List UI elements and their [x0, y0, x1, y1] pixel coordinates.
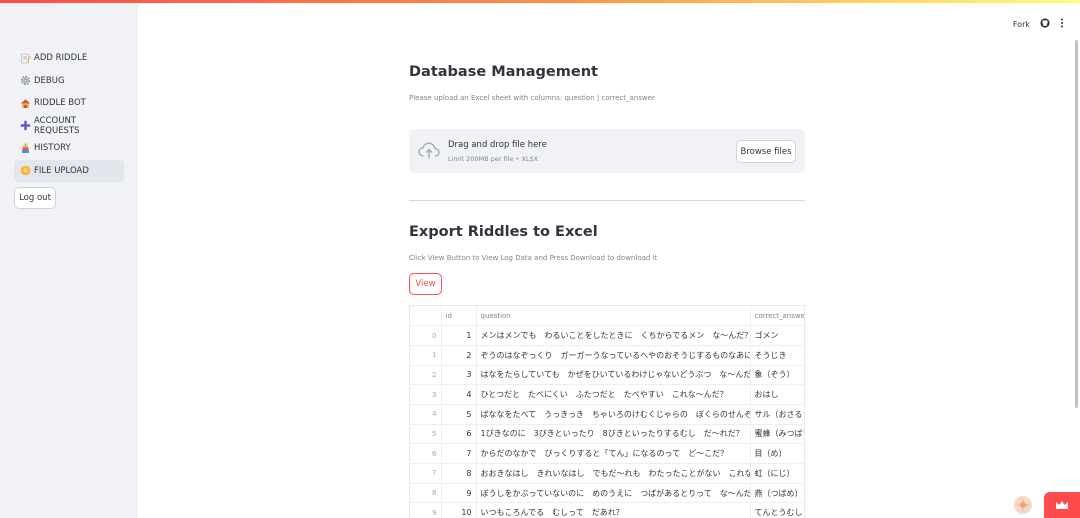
- row-index: 3: [410, 384, 442, 405]
- sidebar-nav: ADD RIDDLE DEBUG RIDDLE BOT ACCOUNT REQU…: [14, 47, 124, 182]
- app-header-actions: Fork: [1013, 18, 1064, 30]
- cell-question: はなをたらしていても かぜをひいているわけじゃないどうぶつ な〜んだ？: [476, 365, 751, 386]
- cell-id: 3: [441, 365, 477, 386]
- cell-id: 10: [441, 502, 477, 518]
- file-dropzone[interactable]: Drag and drop file here Limit 200MB per …: [409, 129, 805, 173]
- column-header-question[interactable]: question: [476, 306, 751, 327]
- house-icon: [20, 98, 31, 109]
- cell-id: 5: [441, 404, 477, 425]
- cell-id: 9: [441, 483, 477, 504]
- upload-icon: [20, 165, 31, 176]
- sidebar-item-label: ACCOUNT REQUESTS: [34, 115, 80, 136]
- row-index: 0: [410, 325, 442, 346]
- riddles-table[interactable]: id question correct_answer 0 1 メンはメンでも わるい…: [409, 305, 805, 518]
- section-divider: [409, 200, 805, 201]
- row-index: 7: [410, 463, 442, 484]
- browse-files-button[interactable]: Browse files: [736, 140, 796, 163]
- cell-answer: ゴメン: [750, 325, 804, 346]
- row-index: 2: [410, 365, 442, 386]
- sidebar-item-riddle-bot[interactable]: RIDDLE BOT: [14, 92, 124, 115]
- row-index: 4: [410, 404, 442, 425]
- memo-icon: [20, 53, 31, 64]
- cell-question: ぞうのはなぞっくり ガーガーうなっているへやのおそうじするものなあに？: [476, 345, 751, 366]
- row-index: 8: [410, 483, 442, 504]
- plus-icon: [20, 120, 31, 131]
- crown-icon[interactable]: [1044, 492, 1080, 518]
- fork-button[interactable]: Fork: [1013, 20, 1030, 29]
- export-section-title: Export Riddles to Excel: [409, 224, 598, 240]
- sidebar-item-account-requests[interactable]: ACCOUNT REQUESTS: [14, 115, 124, 138]
- table-row[interactable]: 9 10 いつもころんでる むしって だあれ？ てんとうむし: [410, 502, 804, 518]
- cell-id: 1: [441, 325, 477, 346]
- cell-question: ひとつだと たべにくい ふたつだと たべやすい これな〜んだ？: [476, 384, 751, 405]
- cell-question: いつもころんでる むしって だあれ？: [476, 502, 751, 518]
- cell-question: 1ぴきなのに 3びきといったり 8びきといったりするむし だ〜れだ？: [476, 424, 751, 445]
- column-header-index: [410, 306, 442, 327]
- table-row[interactable]: 0 1 メンはメンでも わるいことをしたときに くちからでるメン な〜んだ？ ゴメン: [410, 325, 804, 346]
- dropzone-title: Drag and drop file here: [448, 140, 547, 150]
- table-row[interactable]: 7 8 おおきなはし きれいなはし でもだ〜れも わたったことがない これな〜 虹（に…: [410, 463, 804, 484]
- cell-answer: 蜜蜂（みつばち: [750, 424, 804, 445]
- cell-answer: サル（おさるさ: [750, 404, 804, 425]
- page-title: Database Management: [409, 64, 598, 80]
- gear-icon: [20, 75, 31, 86]
- history-icon: [20, 143, 31, 154]
- cloud-upload-icon: [418, 142, 440, 163]
- cell-answer: 象（ぞう）: [750, 365, 804, 386]
- cell-question: ぼうしをかぶっていないのに めのうえに つばがあるとりって な〜んだ？: [476, 483, 751, 504]
- table-row[interactable]: 6 7 からだのなかで びっくりすると「てん」になるのって ど〜こだ？ 目（め）: [410, 443, 804, 464]
- cell-question: ばななをたべて うっきっき ちゃいろのけむくじゃらの ぼくらのせんぞは: [476, 404, 751, 425]
- cell-question: メンはメンでも わるいことをしたときに くちからでるメン な〜んだ？: [476, 325, 751, 346]
- sidebar-item-add-riddle[interactable]: ADD RIDDLE: [14, 47, 124, 70]
- page-scrollbar[interactable]: [1075, 40, 1078, 408]
- page-subtitle: Please upload an Excel sheet with column…: [409, 94, 655, 102]
- table-row[interactable]: 2 3 はなをたらしていても かぜをひいているわけじゃないどうぶつ な〜んだ？ 象（ぞ…: [410, 365, 804, 386]
- table-row[interactable]: 5 6 1ぴきなのに 3びきといったり 8びきといったりするむし だ〜れだ？ 蜜蜂（み…: [410, 424, 804, 445]
- row-index: 9: [410, 502, 442, 518]
- column-header-id[interactable]: id: [441, 306, 477, 327]
- sidebar-item-label: HISTORY: [34, 143, 71, 154]
- table-row[interactable]: 3 4 ひとつだと たべにくい ふたつだと たべやすい これな〜んだ？ おはし: [410, 384, 804, 405]
- column-header-correct-answer[interactable]: correct_answer: [750, 306, 804, 327]
- table-header-row: id question correct_answer: [410, 306, 804, 327]
- avatar[interactable]: [1014, 496, 1032, 514]
- sidebar-item-label: DEBUG: [34, 75, 65, 86]
- cell-answer: そうじき: [750, 345, 804, 366]
- sidebar-item-file-upload[interactable]: FILE UPLOAD: [14, 159, 124, 182]
- cell-answer: おはし: [750, 384, 804, 405]
- cell-question: からだのなかで びっくりすると「てん」になるのって ど〜こだ？: [476, 443, 751, 464]
- row-index: 5: [410, 424, 442, 445]
- cell-id: 4: [441, 384, 477, 405]
- sidebar-item-label: RIDDLE BOT: [34, 98, 86, 109]
- cell-id: 6: [441, 424, 477, 445]
- table-row[interactable]: 4 5 ばななをたべて うっきっき ちゃいろのけむくじゃらの ぼくらのせんぞは サル（…: [410, 404, 804, 425]
- table-row[interactable]: 1 2 ぞうのはなぞっくり ガーガーうなっているへやのおそうじするものなあに？ そうじ…: [410, 345, 804, 366]
- sidebar: ADD RIDDLE DEBUG RIDDLE BOT ACCOUNT REQU…: [0, 3, 138, 518]
- sidebar-item-debug[interactable]: DEBUG: [14, 70, 124, 93]
- sidebar-item-history[interactable]: HISTORY: [14, 137, 124, 160]
- github-icon[interactable]: [1040, 18, 1050, 30]
- top-decoration-bar: [0, 0, 1080, 3]
- more-vertical-icon[interactable]: [1060, 18, 1064, 30]
- cell-answer: てんとうむし: [750, 502, 804, 518]
- cell-answer: 虹（にじ）: [750, 463, 804, 484]
- sidebar-item-label: FILE UPLOAD: [34, 165, 89, 176]
- dropzone-limit: Limit 200MB per file • XLSX: [448, 155, 539, 163]
- cell-id: 7: [441, 443, 477, 464]
- logout-button[interactable]: Log out: [14, 187, 56, 209]
- cell-answer: 燕（つばめ）: [750, 483, 804, 504]
- view-button[interactable]: View: [409, 273, 442, 295]
- table-row[interactable]: 8 9 ぼうしをかぶっていないのに めのうえに つばがあるとりって な〜んだ？ 燕（つ…: [410, 483, 804, 504]
- cell-id: 2: [441, 345, 477, 366]
- cell-id: 8: [441, 463, 477, 484]
- export-caption: Click View Button to View Log Data and P…: [409, 254, 658, 262]
- cell-question: おおきなはし きれいなはし でもだ〜れも わたったことがない これな〜: [476, 463, 751, 484]
- sidebar-item-label: ADD RIDDLE: [34, 53, 88, 64]
- cell-answer: 目（め）: [750, 443, 804, 464]
- row-index: 1: [410, 345, 442, 366]
- row-index: 6: [410, 443, 442, 464]
